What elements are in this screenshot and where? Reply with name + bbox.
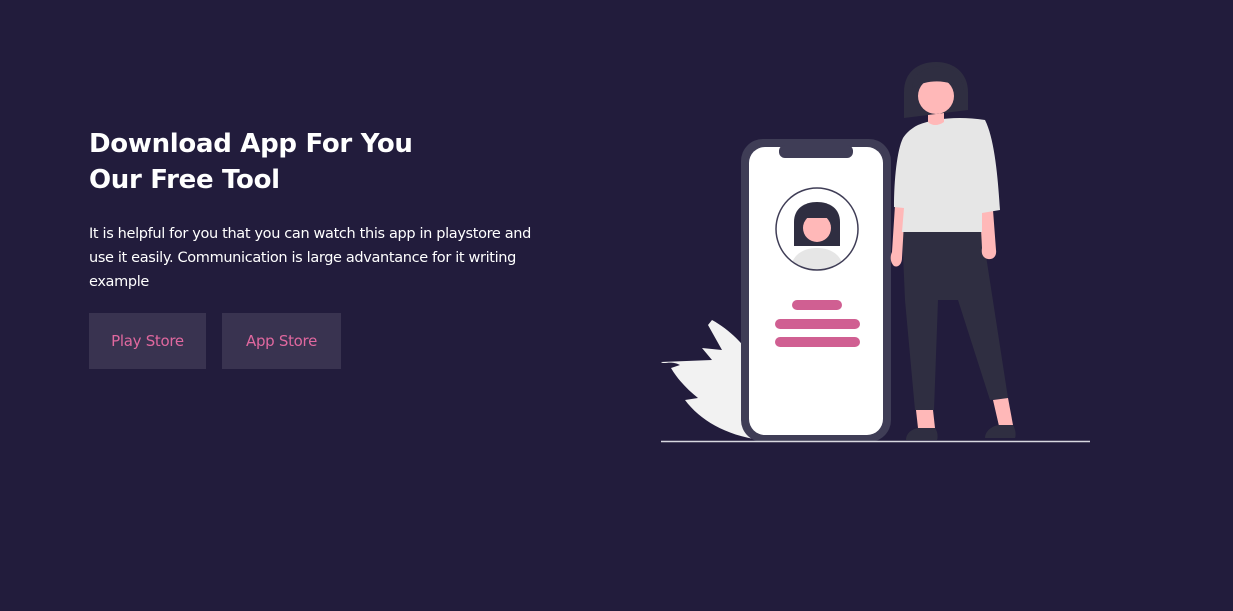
screen-bar-3 — [775, 337, 860, 347]
download-app-page: Download App For You Our Free Tool It is… — [0, 0, 1233, 611]
avatar-face — [803, 214, 831, 242]
woman-left-shoe — [906, 428, 938, 440]
screen-bar-1 — [792, 300, 842, 310]
woman-illustration — [890, 62, 1016, 440]
woman-right-shoe — [985, 425, 1016, 438]
woman-left-arm — [890, 205, 905, 267]
phone-notch — [779, 145, 853, 158]
woman-right-arm — [980, 210, 997, 260]
woman-left-ankle — [916, 410, 935, 428]
woman-face — [918, 78, 954, 114]
avatar-icon — [775, 187, 859, 271]
phone-icon — [741, 139, 891, 442]
woman-right-ankle — [993, 398, 1013, 426]
illustration-svg — [661, 62, 1090, 443]
hero-illustration — [0, 0, 1233, 611]
screen-bar-2 — [775, 319, 860, 329]
